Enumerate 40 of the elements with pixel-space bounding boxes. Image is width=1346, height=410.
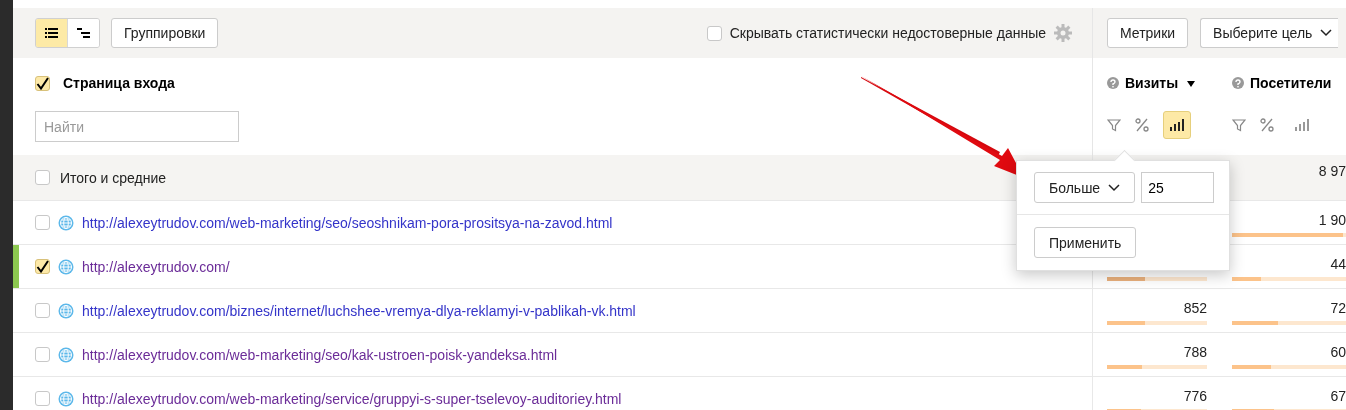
page-link[interactable]: http://alexeytrudov.com/web-marketing/seo/seoshnikam-pora-prositsya-na-zavod.html [82, 214, 613, 231]
table-cell: 8 97 [1318, 163, 1346, 179]
chevron-down-icon [1108, 183, 1121, 192]
globe-icon [58, 346, 74, 363]
table-cell: 1 90 [1318, 212, 1346, 228]
table-cell: 67 [1330, 388, 1346, 404]
apply-button[interactable]: Применить [1034, 227, 1137, 258]
groupings-button[interactable]: Группировки [111, 18, 219, 48]
operator-select[interactable]: Больше [1034, 172, 1136, 203]
checkbox-label: Скрывать статистически недостоверные данные [729, 25, 1046, 41]
help-icon[interactable] [1107, 77, 1119, 89]
table-cell: 60 [1330, 344, 1346, 360]
checkbox[interactable] [35, 259, 50, 274]
page-link[interactable]: http://alexeytrudov.com/web-marketing/seo/kak-ustroen-poisk-yandeksa.html [82, 346, 558, 363]
page-link[interactable]: http://alexeytrudov.com/ [82, 258, 230, 275]
globe-icon [58, 390, 74, 407]
totals-label: Итого и средние [60, 169, 167, 186]
globe-icon [58, 302, 74, 319]
tree-view-icon[interactable] [67, 19, 99, 47]
list-view-icon[interactable] [36, 19, 67, 47]
page-link[interactable]: http://alexeytrudov.com/web-marketing/service/gruppyi-s-super-tselevoy-auditoriey.html [82, 390, 622, 407]
table-cell: 852 [1183, 300, 1207, 316]
column-header[interactable]: Посетители [1250, 75, 1332, 91]
globe-icon [58, 258, 74, 275]
goal-select[interactable]: Выберите цель [1200, 18, 1339, 48]
globe-icon [58, 214, 74, 231]
table-cell: 776 [1183, 388, 1207, 404]
page-link[interactable]: http://alexeytrudov.com/biznes/internet/luchshee-vremya-dlya-reklamyi-v-pablikah-vk.html [82, 302, 636, 319]
metrics-button[interactable]: Метрики [1107, 18, 1189, 48]
table-cell: 788 [1183, 344, 1207, 360]
table-cell: 72 [1330, 300, 1346, 316]
dimension-title: Страница входа [63, 75, 175, 91]
help-icon[interactable] [1232, 77, 1244, 89]
checkbox[interactable] [35, 75, 50, 91]
chevron-down-icon [1320, 29, 1333, 37]
table-cell: 44 [1330, 256, 1346, 272]
search-field[interactable]: Найти [35, 111, 239, 142]
bar-chart-icon[interactable] [1163, 111, 1191, 139]
column-header[interactable]: Визиты [1125, 75, 1179, 91]
value-field[interactable]: 25 [1141, 172, 1215, 203]
